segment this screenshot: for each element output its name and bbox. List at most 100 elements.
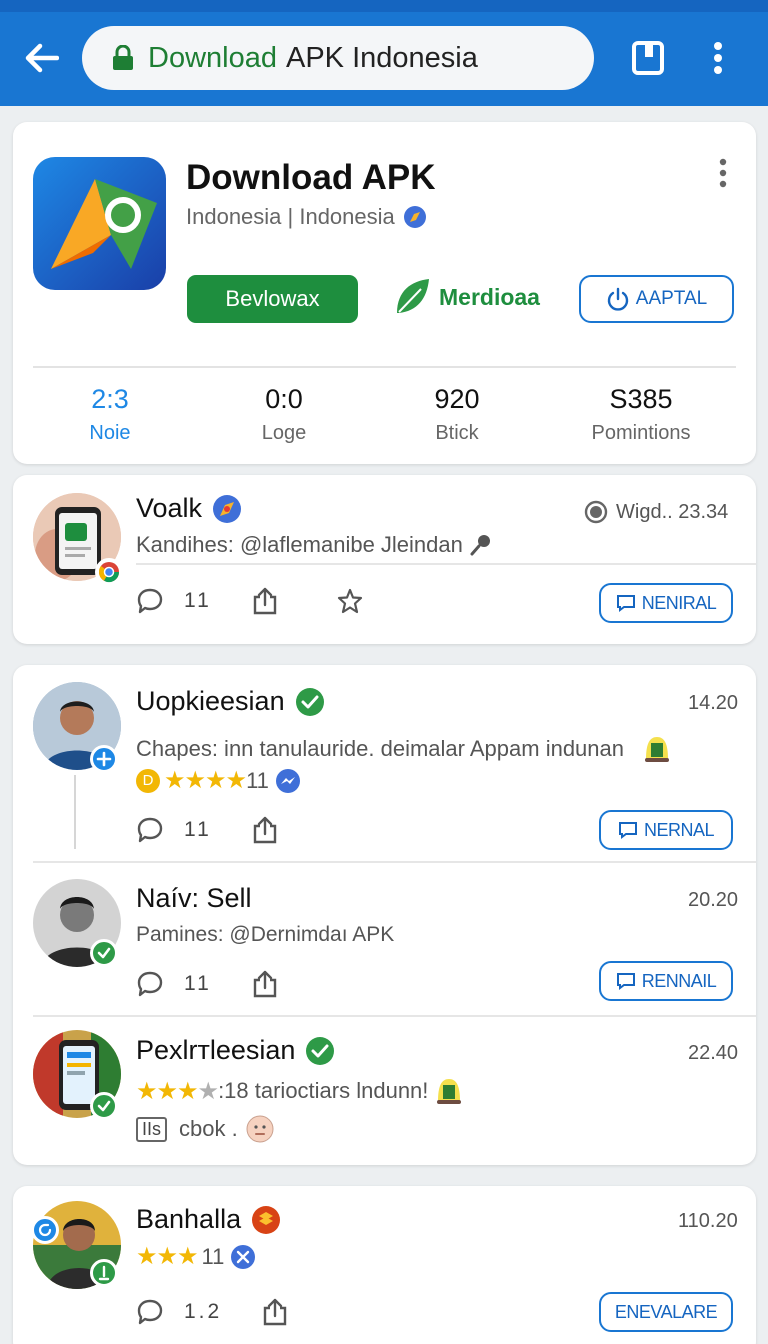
stat-label: Loge [261, 422, 307, 444]
comment-count: 11 [184, 818, 212, 841]
messenger-icon [275, 768, 300, 793]
leaf-icon [397, 279, 429, 313]
divider [33, 366, 736, 368]
comment-icon[interactable] [136, 970, 164, 998]
message-square-icon [616, 595, 635, 612]
back-button[interactable] [18, 35, 64, 81]
post-text: Kandihes: @laflemanibe Jleindan [136, 532, 493, 558]
stat-value: 920 [434, 384, 480, 414]
star-outline-icon[interactable] [336, 587, 364, 615]
seal-icon [437, 1079, 462, 1104]
comment-icon[interactable] [136, 816, 164, 844]
face-emoji-icon [246, 1115, 274, 1143]
rating-count: 11 [201, 1243, 225, 1269]
share-icon[interactable] [252, 816, 278, 844]
nernal-label: NERNAL [643, 819, 715, 840]
secondary-action-link[interactable]: Merdioaa [393, 277, 540, 317]
post-text-content: :18 tarioctiars lndunn! [218, 1078, 429, 1103]
verified-badge-icon [90, 1092, 118, 1120]
divider [136, 563, 756, 565]
app-subtitle-text: Indonesia | Indonesia [186, 204, 395, 229]
power-icon [607, 287, 628, 311]
record-icon [584, 500, 608, 524]
neniral-button[interactable]: NENIRAL [599, 583, 733, 623]
post-author[interactable]: Voalk [136, 493, 242, 524]
divider [33, 1015, 756, 1017]
aaptal-button[interactable]: AAPTAL [579, 275, 734, 323]
rating-count: 11 [246, 767, 269, 793]
chrome-badge-icon [95, 558, 123, 586]
sync-badge-icon [31, 1216, 59, 1244]
post-actions: 11 [136, 816, 278, 844]
microphone-icon [470, 535, 490, 556]
post-time: 110.20 [678, 1210, 738, 1232]
close-circle-icon [231, 1244, 256, 1269]
post-author-name: Uopkieesian [136, 686, 285, 716]
post-author[interactable]: Banhalla [136, 1204, 281, 1235]
post-card: Banhalla 110.20 ★★★ 11 1.2 ENEVALARE [13, 1186, 756, 1344]
tag-chip[interactable]: IIs [136, 1116, 168, 1142]
nernal-button[interactable]: NERNAL [599, 810, 733, 850]
post-rating: ★★★ 11 [136, 1242, 256, 1271]
app-title: Download APK [186, 158, 436, 197]
post-text: ★★★★ :18 tarioctiars lndunn! [136, 1075, 464, 1107]
stat-value: 2:3 [91, 384, 129, 414]
post-rating: D ★★★★ 11 [136, 766, 301, 795]
secondary-action-label: Merdioaa [439, 283, 540, 310]
bookmark-button[interactable] [628, 35, 668, 81]
lock-icon [113, 45, 133, 70]
post-author[interactable]: Uopkieesian [136, 686, 325, 717]
post-text: Pamines: @Dernimdaı APK [136, 923, 395, 946]
star-rating-icon: ★★★★ [164, 767, 247, 794]
enevalare-label: ENEVALARE [614, 1301, 718, 1322]
stat-item[interactable]: 2:3 Noie [20, 384, 200, 445]
post-actions: 11 [136, 587, 364, 615]
verified-check-icon [306, 1036, 335, 1065]
enevalare-button[interactable]: ENEVALARE [599, 1292, 733, 1332]
post-meta: Wigd.. 23.34 [584, 500, 728, 524]
seal-icon [645, 737, 669, 762]
comment-icon[interactable] [136, 587, 164, 615]
address-bar[interactable]: Download APK Indonesia [82, 26, 594, 90]
share-icon[interactable] [262, 1298, 288, 1326]
post-time: 20.20 [688, 889, 739, 911]
post-time: 14.20 [688, 692, 739, 714]
post-author[interactable]: Naív: Sell [136, 883, 252, 914]
arrow-left-icon [25, 43, 59, 73]
shield-badge-icon [252, 1205, 281, 1234]
post-meta-text: Wigd.. 23.34 [616, 500, 729, 523]
message-square-icon [618, 822, 637, 839]
post-text-content: Kandihes: @laflemanibe Jleindan [136, 532, 463, 557]
thread-card: Uopkieesian 14.20 Chapes: inn tanulaurid… [13, 665, 756, 1165]
menu-button[interactable] [706, 35, 730, 81]
share-icon[interactable] [252, 970, 278, 998]
stat-label: Btick [435, 422, 479, 444]
card-more-button[interactable] [718, 158, 734, 188]
aaptal-label: AAPTAL [635, 288, 708, 309]
rennail-button[interactable]: RENNAIL [599, 961, 733, 1001]
compass-badge-icon [213, 494, 242, 523]
post-author-name: Voalk [136, 493, 203, 523]
divider [33, 861, 756, 863]
stat-label: Noie [89, 422, 131, 444]
rennail-label: RENNAIL [641, 970, 717, 991]
app-logo-icon [33, 157, 166, 290]
neniral-label: NENIRAL [641, 592, 717, 613]
more-vertical-icon [719, 158, 727, 188]
plus-badge-icon[interactable] [90, 745, 118, 773]
download-button[interactable]: Bevlowax [187, 275, 358, 323]
post-author-name: Pexlrтleesian [136, 1035, 296, 1065]
post-author[interactable]: Pexlrтleesian [136, 1035, 335, 1066]
stat-label: Pomintions [591, 422, 691, 444]
stat-item[interactable]: 920 Btick [367, 384, 547, 445]
bookmark-icon [632, 41, 664, 75]
stat-item[interactable]: S385 Pomintions [551, 384, 731, 445]
stat-item[interactable]: 0:0 Loge [194, 384, 374, 445]
post-card: Voalk Wigd.. 23.34 Kandihes: @laflemanib… [13, 475, 756, 644]
comment-count: 1.2 [184, 1300, 223, 1323]
tag-text: cbok . [179, 1116, 238, 1141]
comment-count: 11 [184, 972, 212, 995]
comment-icon[interactable] [136, 1298, 164, 1326]
share-icon[interactable] [252, 587, 278, 615]
app-header-card: Download APK Indonesia | Indonesia Bevlo… [13, 122, 756, 464]
